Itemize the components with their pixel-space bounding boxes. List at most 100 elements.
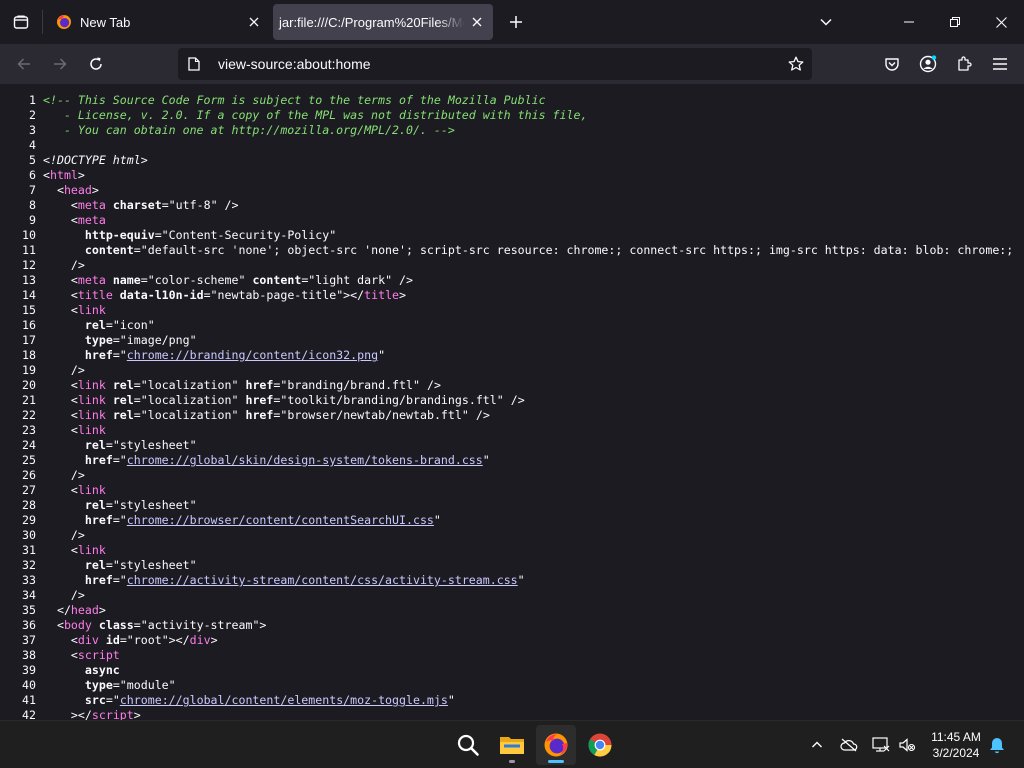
tab-source[interactable]: jar:file:///C:/Program%20Files/Mozilla xyxy=(273,4,493,40)
view-source-content[interactable]: 1 <!-- This Source Code Form is subject t… xyxy=(0,84,1024,720)
bookmark-star-button[interactable] xyxy=(782,50,810,78)
doctype: <!DOCTYPE html> xyxy=(43,153,148,167)
windows-taskbar: 11:45 AM 3/2/2024 xyxy=(0,720,1024,768)
line-code: <body class="activity-stream"> xyxy=(43,618,266,633)
volume-button[interactable] xyxy=(896,733,918,757)
close-icon xyxy=(472,17,482,27)
source-line: 29 href="chrome://browser/content/conten… xyxy=(0,513,1024,528)
line-number: 17 xyxy=(22,333,36,347)
punctuation: " xyxy=(433,513,441,527)
tag-name: title xyxy=(77,288,113,302)
source-line: 1 <!-- This Source Code Form is subject t… xyxy=(0,93,1024,108)
close-window-button[interactable] xyxy=(978,0,1024,44)
line-number: 25 xyxy=(22,453,36,467)
show-hidden-icons-button[interactable] xyxy=(806,733,828,757)
cloud-off-icon xyxy=(840,738,858,752)
bell-icon xyxy=(990,737,1004,753)
punctuation xyxy=(43,513,85,527)
tag-name: script xyxy=(91,708,134,720)
firefox-view-button[interactable] xyxy=(0,0,42,44)
taskbar-search-button[interactable] xyxy=(448,725,488,765)
tag-name: link xyxy=(77,303,106,317)
punctuation xyxy=(43,348,85,362)
source-link[interactable]: chrome://global/content/elements/moz-tog… xyxy=(120,693,448,707)
line-number: 29 xyxy=(22,513,36,527)
punctuation: > xyxy=(399,288,407,302)
punctuation: < xyxy=(43,408,78,422)
attribute-name: href xyxy=(84,348,113,362)
attribute-name: class xyxy=(98,618,134,632)
url-text[interactable]: view-source:about:home xyxy=(218,56,782,72)
tab-strip: New Tab jar:file:///C:/Program%20Files/M… xyxy=(0,0,1024,44)
minimize-button[interactable] xyxy=(886,0,932,44)
attribute-name: rel xyxy=(112,393,134,407)
tag-name: meta xyxy=(77,273,106,287)
source-line: 8 <meta charset="utf-8" /> xyxy=(0,198,1024,213)
line-number: 31 xyxy=(22,543,36,557)
line-code: <!-- This Source Code Form is subject to… xyxy=(43,93,546,108)
chevron-up-icon xyxy=(812,741,822,748)
new-tab-button[interactable] xyxy=(502,8,530,36)
tag-name: meta xyxy=(77,213,106,227)
app-menu-button[interactable] xyxy=(984,48,1016,80)
punctuation: =" xyxy=(203,288,218,302)
punctuation: > xyxy=(133,708,141,720)
taskbar-chrome[interactable] xyxy=(580,725,620,765)
page-icon[interactable] xyxy=(186,56,202,72)
url-bar[interactable]: view-source:about:home xyxy=(178,48,812,80)
firefox-view-icon xyxy=(13,15,29,29)
source-line: 16 rel="icon" xyxy=(0,318,1024,333)
running-indicator xyxy=(509,760,515,763)
line-code: type="module" xyxy=(43,678,176,693)
forward-button[interactable] xyxy=(44,48,76,80)
source-link[interactable]: chrome://activity-stream/content/css/act… xyxy=(127,573,518,587)
attribute-value: branding/brand.ftl xyxy=(287,378,413,392)
taskbar-clock[interactable]: 11:45 AM 3/2/2024 xyxy=(922,729,990,761)
punctuation: =" xyxy=(273,408,288,422)
attribute-name: data-l10n-id xyxy=(119,288,204,302)
punctuation: " /> xyxy=(413,378,441,392)
list-all-tabs-button[interactable] xyxy=(812,8,840,36)
line-code: <head> xyxy=(43,183,99,198)
source-line: 37 <div id="root"></div> xyxy=(0,633,1024,648)
attribute-name: href xyxy=(245,408,274,422)
tab-close-button[interactable] xyxy=(242,10,266,34)
line-code: /> xyxy=(43,363,85,378)
line-code: <link xyxy=(43,303,106,318)
source-link[interactable]: chrome://branding/content/icon32.png xyxy=(127,348,378,362)
source-link[interactable]: chrome://global/skin/design-system/token… xyxy=(127,453,483,467)
arrow-right-icon xyxy=(54,58,67,70)
punctuation xyxy=(106,273,113,287)
network-button[interactable] xyxy=(870,733,892,757)
reload-button[interactable] xyxy=(80,48,112,80)
line-number: 1 xyxy=(29,93,36,107)
punctuation: =" xyxy=(133,243,148,257)
source-line: 33 href="chrome://activity-stream/conten… xyxy=(0,573,1024,588)
back-button[interactable] xyxy=(8,48,40,80)
attribute-name: type xyxy=(84,678,113,692)
source-line: 23 <link xyxy=(0,423,1024,438)
attribute-name: rel xyxy=(84,558,106,572)
onedrive-button[interactable] xyxy=(838,733,860,757)
tag-name: head xyxy=(63,183,92,197)
source-line: 14 <title data-l10n-id="newtab-page-titl… xyxy=(0,288,1024,303)
notifications-button[interactable] xyxy=(986,733,1008,757)
line-number: 8 xyxy=(29,198,36,212)
taskbar-firefox[interactable] xyxy=(536,725,576,765)
taskbar-file-explorer[interactable] xyxy=(492,725,532,765)
source-line: 20 <link rel="localization" href="brandi… xyxy=(0,378,1024,393)
tab-new-tab[interactable]: New Tab xyxy=(44,4,270,40)
punctuation: " /> xyxy=(496,393,525,407)
line-code: type="image/png" xyxy=(43,333,197,348)
account-button[interactable] xyxy=(912,48,944,80)
extensions-button[interactable] xyxy=(948,48,980,80)
pocket-button[interactable] xyxy=(876,48,908,80)
tab-close-button[interactable] xyxy=(465,10,489,34)
punctuation: =" xyxy=(112,453,127,467)
line-code: - You can obtain one at http://mozilla.o… xyxy=(43,123,455,138)
source-line: 3 - You can obtain one at http://mozilla… xyxy=(0,123,1024,138)
restore-button[interactable] xyxy=(932,0,978,44)
line-number: 38 xyxy=(22,648,36,662)
source-link[interactable]: chrome://browser/content/contentSearchUI… xyxy=(127,513,434,527)
source-line: 22 <link rel="localization" href="browse… xyxy=(0,408,1024,423)
